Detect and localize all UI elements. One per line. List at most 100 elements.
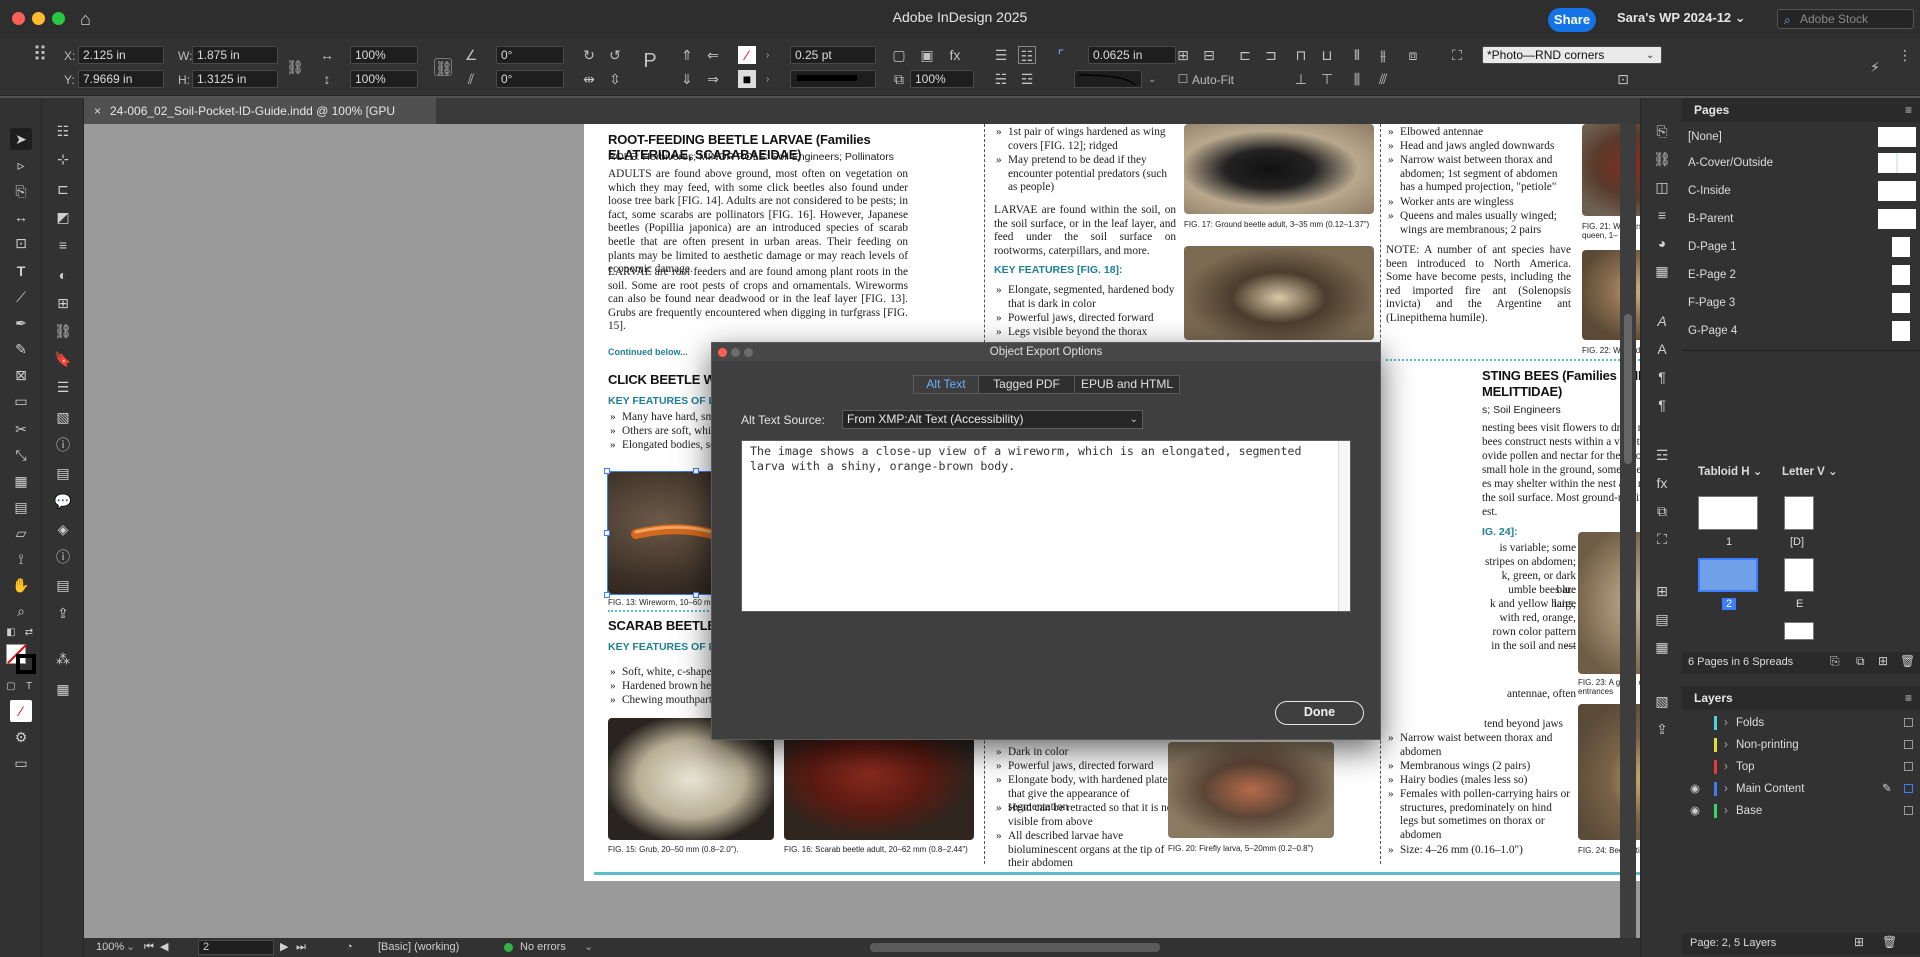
page-size-icon[interactable]: ⎘	[1830, 654, 1840, 669]
auto-fit-checkbox[interactable]: ☐	[1174, 70, 1192, 88]
align-left-icon[interactable]: ⊏	[1236, 46, 1254, 64]
info-icon[interactable]: ⓘ	[52, 546, 74, 568]
gradient-swatch-tool-icon[interactable]: ▦	[10, 470, 32, 492]
rotate-field[interactable]: 0°	[496, 46, 564, 64]
info-panel-icon[interactable]: ⓘ	[52, 434, 74, 456]
stroke-swatch-icon[interactable]: ■	[738, 70, 756, 88]
dialog-close-button[interactable]	[718, 348, 727, 357]
pen-tool-icon[interactable]: ✒	[10, 312, 32, 334]
image-panel-icon[interactable]: ▧	[52, 406, 74, 428]
h-field[interactable]: 1.3125 in	[192, 70, 278, 88]
continued-link[interactable]: Continued below...	[608, 347, 688, 357]
preflight-panel-icon[interactable]: ◈	[52, 518, 74, 540]
frame-fitting-icon[interactable]: ▣	[918, 46, 936, 64]
apply-none-icon[interactable]: ⁄	[10, 700, 32, 722]
spread-thumbnail[interactable]	[1784, 558, 1814, 592]
done-button[interactable]: Done	[1275, 701, 1364, 725]
hand-tool-icon[interactable]: ✋	[10, 574, 32, 596]
x-field[interactable]: 2.125 in	[78, 46, 164, 64]
horizontal-scrollbar-thumb[interactable]	[870, 943, 1160, 952]
zoom-tool-icon[interactable]: ⌕	[10, 600, 32, 622]
corner-options-icon[interactable]: ⌜	[1052, 46, 1070, 64]
object-style-select[interactable]: *Photo—RND corners	[1482, 46, 1662, 64]
fit-frame-icon[interactable]: ⊟	[1200, 46, 1218, 64]
visibility-eye-icon[interactable]: ◉	[1690, 800, 1700, 822]
stroke-icon[interactable]: ≡	[1651, 204, 1673, 226]
table-icon[interactable]: ⊞	[1651, 580, 1673, 602]
flip-horizontal-icon[interactable]: ⇹	[580, 70, 598, 88]
distribute-h-icon[interactable]: ⫴	[1348, 46, 1366, 64]
spread-thumbnail[interactable]	[1784, 496, 1814, 530]
zoom-chevron-icon[interactable]: ⌄	[126, 938, 135, 957]
links-panel-icon[interactable]: ⛓	[52, 320, 74, 342]
last-page-icon[interactable]: ⏭	[296, 938, 306, 957]
dialog-zoom-button[interactable]	[744, 348, 753, 357]
layer-select-square[interactable]	[1904, 718, 1913, 727]
layer-row[interactable]: › Top	[1682, 756, 1920, 778]
layer-select-square[interactable]	[1904, 740, 1913, 749]
align-top-icon[interactable]: ⊓	[1292, 46, 1310, 64]
page-number-field[interactable]: 2	[198, 940, 274, 955]
alt-text-field[interactable]: The image shows a close-up view of a wir…	[741, 440, 1351, 612]
fit-content-icon[interactable]: ⊞	[1174, 46, 1192, 64]
object-style-chevron-icon[interactable]: ⌄	[1646, 50, 1654, 61]
master-row[interactable]: D-Page 1	[1682, 234, 1920, 260]
master-row[interactable]: C-Inside	[1682, 178, 1920, 204]
scripts-panel-icon[interactable]: ▤	[52, 574, 74, 596]
swatches-panel-icon[interactable]: ⊞	[52, 292, 74, 314]
links-icon[interactable]: ⛓	[1651, 148, 1673, 170]
reference-point-icon[interactable]: ⠿	[28, 45, 52, 70]
stroke-panel-icon[interactable]: ≡	[52, 234, 74, 256]
tab-alt-text[interactable]: Alt Text	[914, 376, 978, 393]
master-row[interactable]: G-Page 4	[1682, 318, 1920, 344]
stroke-type-select[interactable]	[790, 70, 876, 88]
master-row[interactable]: A-Cover/Outside	[1682, 150, 1920, 176]
distribute-spacing-icon[interactable]: ⧈	[1404, 46, 1422, 64]
corner-size-field[interactable]: 0.0625 in	[1088, 46, 1176, 64]
new-page-icon[interactable]: ⊞	[1878, 654, 1888, 668]
y-field[interactable]: 7.9669 in	[78, 70, 164, 88]
ground-beetle-photo[interactable]	[1184, 124, 1374, 214]
document-tab[interactable]: × 24-006_02_Soil-Pocket-ID-Guide.indd @ …	[84, 98, 436, 144]
align-panel-icon[interactable]: ⊏	[52, 178, 74, 200]
page-size-a[interactable]: Tabloid H ⌄	[1698, 464, 1762, 478]
hyperlinks-panel-icon[interactable]: ☰	[52, 376, 74, 398]
preflight-icon[interactable]: ◔	[346, 938, 353, 957]
next-page-icon[interactable]: ▶	[280, 938, 288, 957]
gradient-icon[interactable]: ▧	[1651, 690, 1673, 712]
edit-page-size-icon[interactable]: ⧉	[1856, 654, 1865, 669]
alt-text-source-select[interactable]: From XMP:Alt Text (Accessibility) ⌄	[842, 410, 1143, 429]
preflight-profile[interactable]: [Basic] (working)	[378, 938, 459, 957]
resize-handle-l[interactable]	[604, 530, 610, 536]
vertical-scrollbar[interactable]	[1620, 124, 1636, 938]
page-tool-icon[interactable]: ⎘	[10, 180, 32, 202]
layer-select-square[interactable]	[1904, 806, 1913, 815]
free-transform-tool-icon[interactable]: ⤡	[10, 444, 32, 466]
stroke-swatch[interactable]	[16, 654, 36, 674]
cc-libraries-icon[interactable]: ⧉	[1651, 500, 1673, 522]
close-tab-icon[interactable]: ×	[94, 98, 101, 124]
master-row[interactable]: B-Parent	[1682, 206, 1920, 232]
distribute-centers-icon[interactable]: ⫼	[1348, 70, 1366, 88]
export-icon[interactable]: ⇪	[1651, 718, 1673, 740]
panel-menu-icon[interactable]: ⋮	[1896, 46, 1914, 64]
gradient-feather-tool-icon[interactable]: ▤	[10, 496, 32, 518]
visibility-eye-icon[interactable]: ◉	[1690, 778, 1700, 800]
w-field[interactable]: 1.875 in	[192, 46, 278, 64]
text-path-icon[interactable]: P	[638, 51, 662, 76]
swatches-icon[interactable]: ▦	[1651, 260, 1673, 282]
errors-chevron-icon[interactable]: ⌄	[584, 938, 593, 957]
resize-handle-tl[interactable]	[604, 468, 610, 474]
adobe-stock-search[interactable]: ⌕ Adobe Stock	[1777, 9, 1914, 29]
layer-expand-icon[interactable]: ›	[1724, 712, 1728, 734]
pages-panel-icon[interactable]: ⎘	[1651, 120, 1673, 142]
scale-y-field[interactable]: 100%	[350, 70, 418, 88]
line-tool-icon[interactable]: ⟋	[10, 286, 32, 308]
first-page-icon[interactable]: ⏮	[144, 938, 154, 957]
cell-styles-icon[interactable]: ▦	[1651, 636, 1673, 658]
scissors-tool-icon[interactable]: ✂	[10, 418, 32, 440]
note-tool-icon[interactable]: ▱	[10, 522, 32, 544]
opacity-field[interactable]: 100%	[910, 70, 974, 88]
align-middle-icon[interactable]: ⊔	[1318, 46, 1336, 64]
master-row[interactable]: F-Page 3	[1682, 290, 1920, 316]
